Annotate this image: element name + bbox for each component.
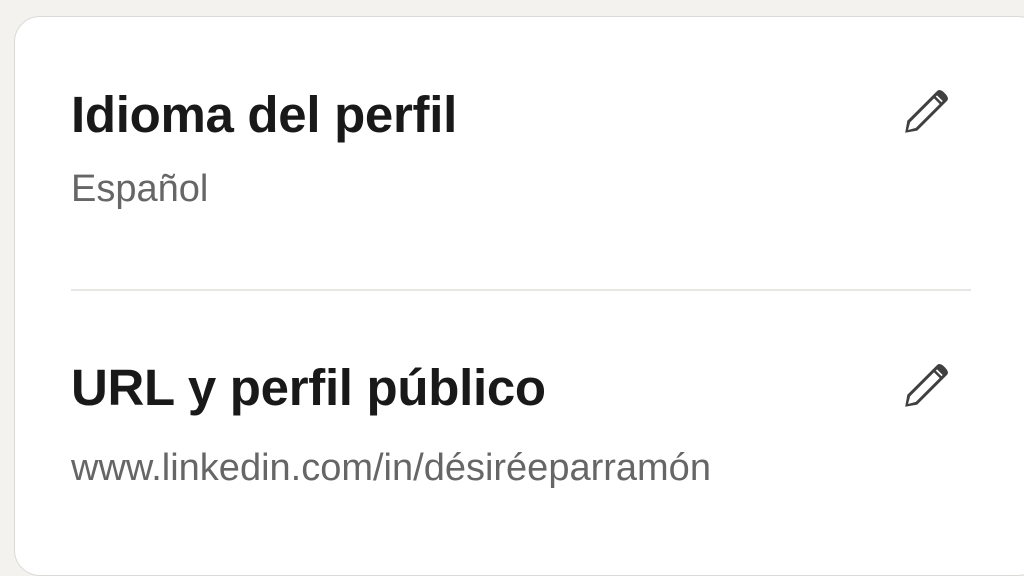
edit-profile-language-button[interactable] [885,73,965,153]
profile-language-title: Idioma del perfil [71,86,457,143]
public-profile-url: www.linkedin.com/in/désiréeparramón [71,447,711,489]
edit-public-profile-button[interactable] [885,347,965,427]
section-divider [71,289,971,291]
profile-settings-card: Idioma del perfil Español URL y perfil p… [14,16,1024,576]
pencil-icon [905,364,948,407]
public-profile-section: URL y perfil público www.linkedin.com/in… [71,352,971,494]
profile-language-value: Español [71,168,209,210]
profile-language-section: Idioma del perfil Español [71,79,971,215]
pencil-icon [905,90,948,133]
public-profile-title: URL y perfil público [71,359,546,416]
